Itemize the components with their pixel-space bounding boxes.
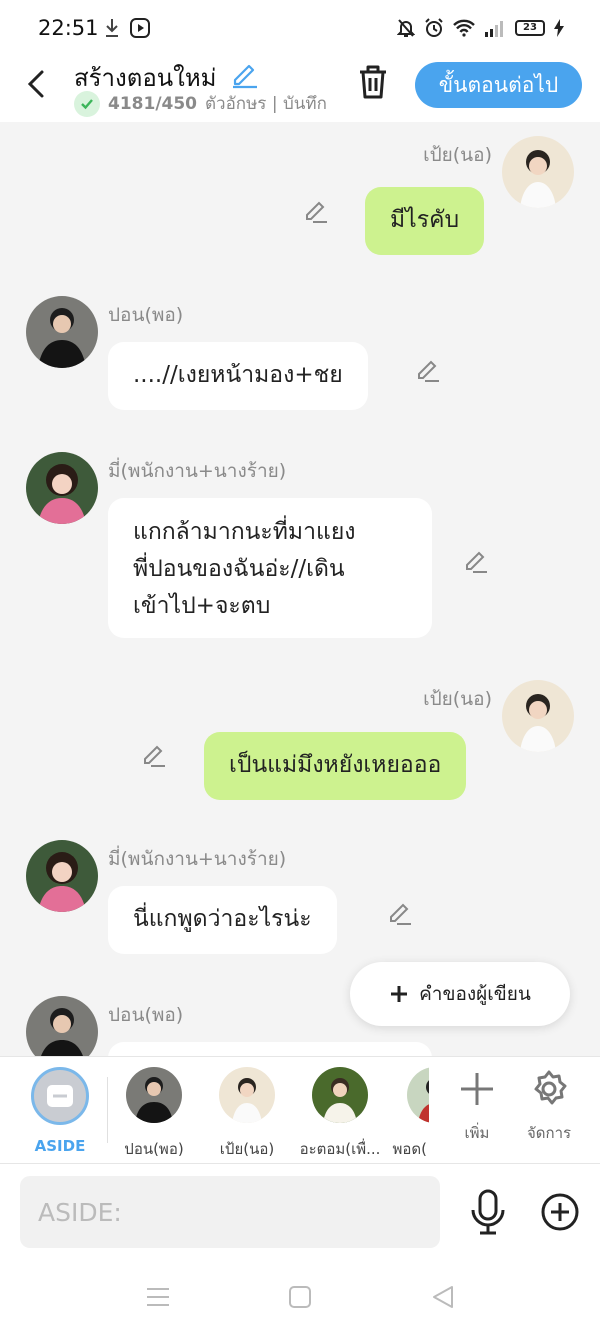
menu-icon[interactable] xyxy=(145,1284,171,1310)
aside-icon xyxy=(31,1067,89,1125)
character-label: ASIDE xyxy=(34,1137,86,1155)
next-step-button[interactable]: ขั้นตอนต่อไป xyxy=(415,62,582,108)
count-value: 4181/450 xyxy=(108,93,198,114)
edit-message-icon[interactable] xyxy=(386,898,414,926)
avatar xyxy=(407,1067,429,1123)
plus-icon xyxy=(391,986,408,1002)
edit-message-icon[interactable] xyxy=(414,355,442,383)
speaker-name: เป้ย(นอ) xyxy=(423,144,492,166)
battery-icon: 23 xyxy=(515,20,545,36)
speaker-name: ปอน(พอ) xyxy=(108,1004,184,1026)
gear-icon xyxy=(534,1070,567,1105)
avatar[interactable] xyxy=(502,680,574,752)
input-area xyxy=(0,1164,600,1258)
video-app-icon xyxy=(130,18,150,38)
edit-message-icon[interactable] xyxy=(462,546,490,574)
message-bubble[interactable]: เป็นแม่มึงหยังเหยอออ xyxy=(204,732,467,800)
character-item[interactable]: อะตอม(เพื่... xyxy=(295,1067,385,1161)
avatar[interactable] xyxy=(26,996,98,1056)
message-bubble[interactable]: ....//เงยหน้ามอง+ชย xyxy=(108,342,368,410)
character-selector: ASIDE ปอน(พอ) เป้ย(นอ) อะตอม(เพื่... พอด… xyxy=(0,1056,600,1164)
character-label: เป้ย(นอ) xyxy=(219,1140,275,1158)
chat-area: เป้ย(นอ) มีไรคับ ปอน(พอ) ....//เงยหน้ามอ… xyxy=(0,122,600,1056)
back-nav-icon[interactable] xyxy=(430,1284,456,1310)
avatar xyxy=(312,1067,368,1123)
manage-label: จัดการ xyxy=(526,1124,572,1142)
count-label: ตัวอักษร | บันทึก xyxy=(205,94,327,114)
character-item[interactable]: ปอน(พอ) xyxy=(109,1067,199,1161)
message-bubble[interactable] xyxy=(108,1042,432,1056)
message-bubble[interactable]: มีไรคับ xyxy=(365,187,485,255)
character-label: พอด( xyxy=(392,1140,428,1158)
character-label: อะตอม(เพื่... xyxy=(299,1140,381,1158)
avatar[interactable] xyxy=(502,136,574,208)
message-bubble[interactable]: นี่แกพูดว่าอะไรน่ะ xyxy=(108,886,337,954)
status-time: 22:51 xyxy=(38,16,99,40)
charging-icon xyxy=(554,19,564,37)
narrator-button-label: คำของผู้เขียน xyxy=(419,983,531,1005)
plus-icon xyxy=(461,1073,493,1105)
message-bubble[interactable]: แกกล้ามากนะที่มาแยง พี่ปอนของฉันอ่ะ//เดิ… xyxy=(108,498,432,638)
speaker-name: มี่(พนักงาน+นางร้าย) xyxy=(108,460,287,482)
system-nav-bar xyxy=(0,1258,600,1333)
add-narrator-button[interactable]: คำของผู้เขียน xyxy=(350,962,570,1026)
app-header: สร้างตอนใหม่ 4181/450 ตัวอักษร | บันทึก … xyxy=(0,56,600,122)
character-item[interactable]: พอด( xyxy=(383,1067,429,1161)
avatar[interactable] xyxy=(26,840,98,912)
speaker-name: เป้ย(นอ) xyxy=(423,688,492,710)
add-label: เพิ่ม xyxy=(464,1124,490,1142)
edit-message-icon[interactable] xyxy=(140,740,168,768)
home-icon[interactable] xyxy=(287,1284,313,1310)
edit-message-icon[interactable] xyxy=(302,196,330,224)
edit-title-icon[interactable] xyxy=(230,59,260,89)
avatar[interactable] xyxy=(26,452,98,524)
download-icon xyxy=(106,19,118,37)
add-media-icon[interactable] xyxy=(540,1192,580,1232)
mute-bell-icon xyxy=(397,19,415,37)
character-label: ปอน(พอ) xyxy=(124,1140,184,1158)
avatar[interactable] xyxy=(26,296,98,368)
avatar xyxy=(219,1067,275,1123)
microphone-icon[interactable] xyxy=(470,1188,506,1236)
add-character-button[interactable]: เพิ่ม xyxy=(442,1069,512,1145)
character-aside[interactable]: ASIDE xyxy=(15,1067,105,1155)
divider xyxy=(107,1077,108,1143)
back-icon[interactable] xyxy=(24,66,52,102)
trash-icon[interactable] xyxy=(356,62,390,102)
speaker-name: มี่(พนักงาน+นางร้าย) xyxy=(108,848,287,870)
character-count: 4181/450 ตัวอักษร | บันทึก xyxy=(74,90,330,117)
avatar xyxy=(126,1067,182,1123)
speaker-name: ปอน(พอ) xyxy=(108,304,184,326)
character-item[interactable]: เป้ย(นอ) xyxy=(202,1067,292,1161)
wifi-icon xyxy=(453,19,475,37)
check-icon xyxy=(74,90,100,117)
signal-icon xyxy=(485,21,503,37)
alarm-icon xyxy=(425,18,443,37)
message-input[interactable] xyxy=(20,1176,440,1248)
status-bar: 22:51 23 xyxy=(0,0,600,56)
manage-characters-button[interactable]: จัดการ xyxy=(514,1069,584,1145)
